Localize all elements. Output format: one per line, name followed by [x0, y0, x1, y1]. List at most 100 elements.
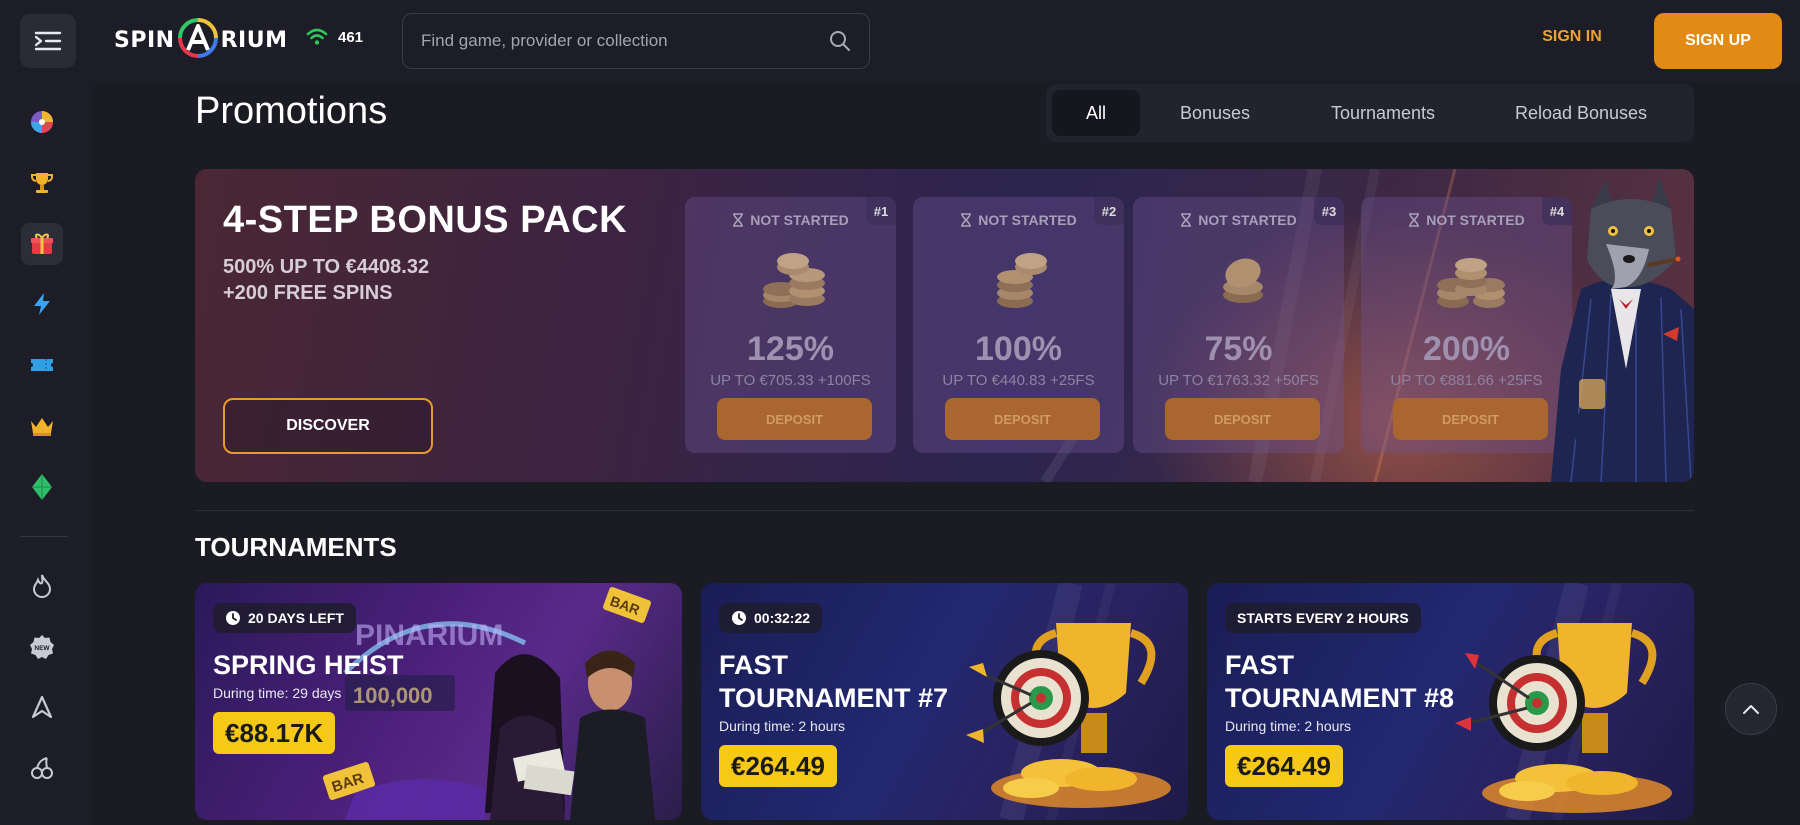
- scroll-to-top-button[interactable]: [1725, 683, 1777, 735]
- tournament-timer-badge: 00:32:22: [719, 603, 823, 633]
- gem-icon: [32, 474, 52, 500]
- wheel-icon: [31, 111, 53, 133]
- logo-text-left: SPIN: [114, 27, 175, 53]
- hourglass-icon: [1409, 213, 1420, 227]
- clock-icon: [226, 611, 240, 625]
- tournament-schedule-badge: STARTS EVERY 2 HOURS: [1225, 603, 1421, 633]
- coins-stack-icon: [763, 253, 825, 308]
- logo-text-right: RIUM: [220, 27, 288, 53]
- sidebar-item-vip[interactable]: [22, 406, 62, 446]
- crown-icon: [31, 418, 53, 436]
- tournament-title: FAST TOURNAMENT #8: [1225, 650, 1455, 713]
- discover-button[interactable]: DISCOVER: [223, 398, 433, 454]
- search-input[interactable]: [421, 31, 829, 51]
- tournament-duration: During time: 29 days: [213, 685, 342, 701]
- step-status: NOT STARTED: [1133, 212, 1344, 228]
- cherries-icon: [31, 757, 53, 779]
- wifi-icon: [306, 28, 328, 45]
- sidebar-item-jackpots[interactable]: [22, 467, 62, 507]
- tournament-prize: €88.17K: [213, 712, 336, 754]
- tournament-duration: During time: 2 hours: [1225, 718, 1352, 734]
- sidebar-item-fast-games[interactable]: [22, 284, 62, 324]
- bonus-pack-amount: 500% UP TO €4408.32: [223, 256, 430, 278]
- tournament-card-fast-7[interactable]: 00:32:22 FAST TOURNAMENT #7 During time:…: [701, 583, 1188, 820]
- sidebar-item-wheel[interactable]: [22, 102, 62, 142]
- lightning-icon: [34, 293, 50, 315]
- deposit-button[interactable]: DEPOSIT: [945, 398, 1100, 440]
- coins-stack-icon: [997, 253, 1047, 308]
- coins-stack-icon: [1437, 258, 1505, 308]
- bonus-step-card-2: NOT STARTED #2 100% UP TO €440.83 +25FS …: [913, 197, 1124, 453]
- bonus-pack-title: 4-STEP BONUS PACK: [223, 199, 628, 241]
- online-players: 461: [306, 28, 363, 46]
- sidebar-item-slots[interactable]: [22, 748, 62, 788]
- tab-bonuses[interactable]: Bonuses: [1140, 90, 1290, 136]
- search-box[interactable]: [402, 13, 870, 69]
- deposit-button[interactable]: DEPOSIT: [1393, 398, 1548, 440]
- tab-reload-bonuses[interactable]: Reload Bonuses: [1476, 90, 1686, 136]
- promotion-filter-tabs: All Bonuses Tournaments Reload Bonuses: [1046, 84, 1694, 142]
- left-sidebar: NEW: [0, 82, 90, 825]
- step-up-to: UP TO €881.66 +25FS: [1390, 372, 1543, 389]
- sidebar-item-popular[interactable]: [22, 566, 62, 606]
- tournament-prize: €264.49: [719, 745, 837, 787]
- search-icon[interactable]: [829, 30, 851, 52]
- step-up-to: UP TO €440.83 +25FS: [942, 372, 1095, 389]
- gift-icon: [31, 233, 53, 254]
- hourglass-icon: [961, 213, 972, 227]
- hourglass-icon: [1181, 213, 1192, 227]
- deposit-button[interactable]: DEPOSIT: [717, 398, 872, 440]
- coins-stack-icon: [1223, 258, 1263, 303]
- sidebar-item-promotions[interactable]: [21, 223, 63, 265]
- step-number: #1: [866, 197, 896, 225]
- deposit-button[interactable]: DEPOSIT: [1165, 398, 1320, 440]
- sidebar-item-tournaments[interactable]: [22, 163, 62, 203]
- tournament-duration: During time: 2 hours: [719, 718, 846, 734]
- chevron-up-icon: [1743, 705, 1759, 714]
- clock-icon: [732, 611, 746, 625]
- step-status: NOT STARTED: [685, 212, 896, 228]
- step-percentage: 100%: [975, 330, 1062, 368]
- sign-up-button[interactable]: SIGN UP: [1654, 13, 1782, 69]
- step-up-to: UP TO €1763.32 +50FS: [1158, 372, 1319, 389]
- bonus-pack-subtitle: 500% UP TO €4408.32 +200 FREE SPINS: [223, 254, 429, 306]
- step-up-to: UP TO €705.33 +100FS: [710, 372, 871, 389]
- tab-tournaments[interactable]: Tournaments: [1290, 90, 1476, 136]
- sidebar-item-originals[interactable]: [22, 687, 62, 727]
- site-logo[interactable]: SPIN RIUM: [114, 18, 288, 58]
- tournament-timer-badge: 20 DAYS LEFT: [213, 603, 356, 633]
- tournaments-heading: TOURNAMENTS: [195, 532, 397, 562]
- tournament-card-spring-heist[interactable]: PINARIUM 100,000 BAR BAR 20 DAYS LEFT SP…: [195, 583, 682, 820]
- tournament-title: SPRING HEIST: [213, 650, 404, 680]
- section-divider: [195, 510, 1694, 511]
- trophy-icon: [31, 173, 53, 193]
- sidebar-item-new[interactable]: NEW: [22, 627, 62, 667]
- fire-icon: [32, 574, 52, 598]
- tournament-card-fast-8[interactable]: STARTS EVERY 2 HOURS FAST TOURNAMENT #8 …: [1207, 583, 1694, 820]
- hourglass-icon: [733, 213, 744, 227]
- ticket-icon: [31, 359, 53, 371]
- step-percentage: 200%: [1423, 330, 1510, 368]
- sidebar-divider: [20, 536, 68, 537]
- logo-mark-icon: [176, 16, 220, 60]
- tournament-title: FAST TOURNAMENT #7: [719, 650, 949, 713]
- top-header: SPIN RIUM 461 SIGN IN SIGN UP: [0, 0, 1800, 82]
- sign-in-button[interactable]: SIGN IN: [1520, 28, 1624, 46]
- bonus-pack-banner: 4-STEP BONUS PACK 500% UP TO €4408.32 +2…: [195, 169, 1694, 482]
- page-title: Promotions: [195, 90, 388, 132]
- step-number: #3: [1314, 197, 1344, 225]
- tab-all[interactable]: All: [1052, 90, 1140, 136]
- menu-toggle-button[interactable]: [20, 14, 76, 68]
- bonus-step-card-1: NOT STARTED #1 125% UP TO €705.33 +100FS…: [685, 197, 896, 453]
- tournament-prize: €264.49: [1225, 745, 1343, 787]
- bonus-step-card-4: NOT STARTED #4 200% UP TO €881.66 +25FS …: [1361, 197, 1572, 453]
- art-sign-text: PINARIUM: [355, 619, 503, 652]
- step-percentage: 75%: [1204, 330, 1273, 368]
- step-status: NOT STARTED: [913, 212, 1124, 228]
- sidebar-item-lottery[interactable]: [22, 345, 62, 385]
- step-status: NOT STARTED: [1361, 212, 1572, 228]
- art-amount-text: 100,000: [353, 683, 433, 708]
- step-percentage: 125%: [747, 330, 834, 368]
- wolf-mascot-image: [1551, 177, 1694, 482]
- online-count: 461: [338, 28, 364, 46]
